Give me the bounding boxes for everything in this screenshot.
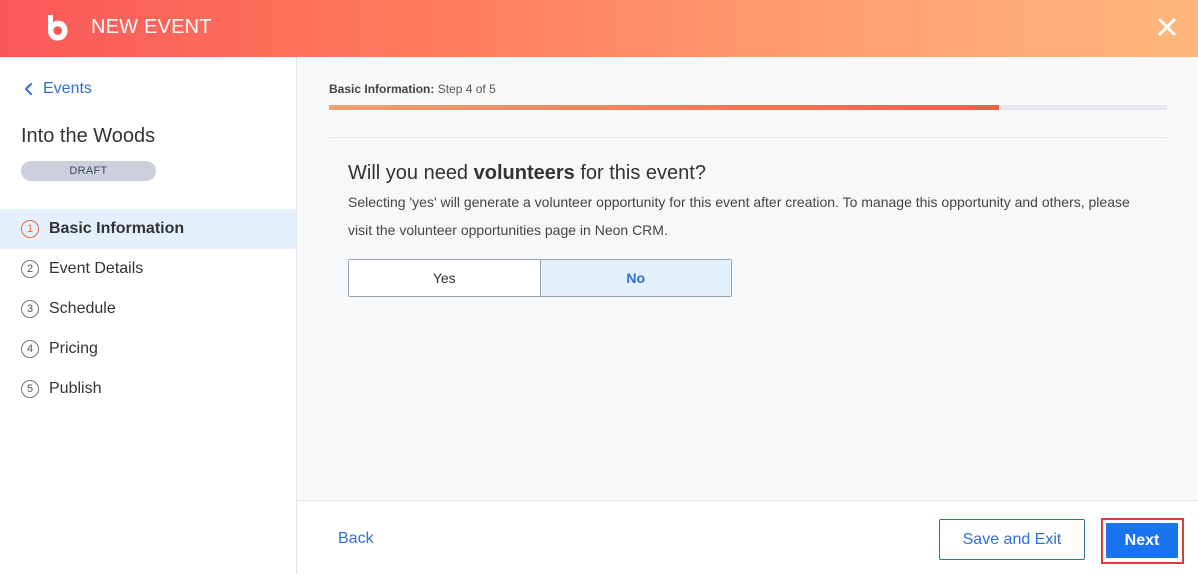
step-schedule[interactable]: 3 Schedule <box>0 289 296 329</box>
progress-label: Basic Information: Step 4 of 5 <box>329 82 496 96</box>
step-publish[interactable]: 5 Publish <box>0 369 296 409</box>
app-header: NEW EVENT <box>0 0 1198 57</box>
question-heading: Will you need volunteers for this event? <box>348 162 706 185</box>
step-label: Publish <box>49 380 102 397</box>
question-suffix: for this event? <box>574 162 706 184</box>
back-button[interactable]: Back <box>338 530 374 548</box>
progress-step-text: Step 4 of 5 <box>437 82 496 96</box>
event-name: Into the Woods <box>21 125 156 147</box>
step-label: Pricing <box>49 340 98 357</box>
progress-fill <box>329 105 1000 110</box>
step-pricing[interactable]: 4 Pricing <box>0 329 296 369</box>
progress-section: Basic Information: <box>329 82 435 96</box>
question-keyword: volunteers <box>473 162 575 184</box>
sidebar: Events Into the Woods DRAFT 1 Basic Info… <box>0 57 297 574</box>
save-and-exit-button[interactable]: Save and Exit <box>939 519 1085 560</box>
status-badge: DRAFT <box>21 161 156 181</box>
help-text: Selecting 'yes' will generate a voluntee… <box>348 194 1130 238</box>
step-basic-information[interactable]: 1 Basic Information <box>0 209 296 249</box>
yes-option-button[interactable]: Yes <box>349 260 540 296</box>
close-icon[interactable] <box>1155 15 1179 39</box>
step-number: 5 <box>21 380 39 398</box>
brand-logo-icon <box>48 15 68 41</box>
step-number: 4 <box>21 340 39 358</box>
chevron-left-icon <box>25 83 32 95</box>
volunteer-toggle-group: Yes No <box>348 259 732 297</box>
step-number: 2 <box>21 260 39 278</box>
step-label: Event Details <box>49 260 144 277</box>
footer-bar: Back Save and Exit Next <box>297 500 1198 574</box>
progress-bar <box>329 105 1167 110</box>
back-to-events-link[interactable]: Events <box>22 79 92 99</box>
step-label: Schedule <box>49 300 116 317</box>
question-prefix: Will you need <box>348 162 474 184</box>
next-button[interactable]: Next <box>1106 523 1178 558</box>
step-event-details[interactable]: 2 Event Details <box>0 249 296 289</box>
step-label: Basic Information <box>49 220 185 237</box>
no-option-button[interactable]: No <box>539 260 731 296</box>
main-panel: Basic Information: Step 4 of 5 Will you … <box>297 57 1198 500</box>
step-number: 1 <box>21 220 39 238</box>
back-link-label: Events <box>43 80 92 97</box>
step-number: 3 <box>21 300 39 318</box>
modal-title: NEW EVENT <box>91 16 212 38</box>
divider <box>329 137 1167 138</box>
step-list: 1 Basic Information 2 Event Details 3 Sc… <box>0 209 296 409</box>
